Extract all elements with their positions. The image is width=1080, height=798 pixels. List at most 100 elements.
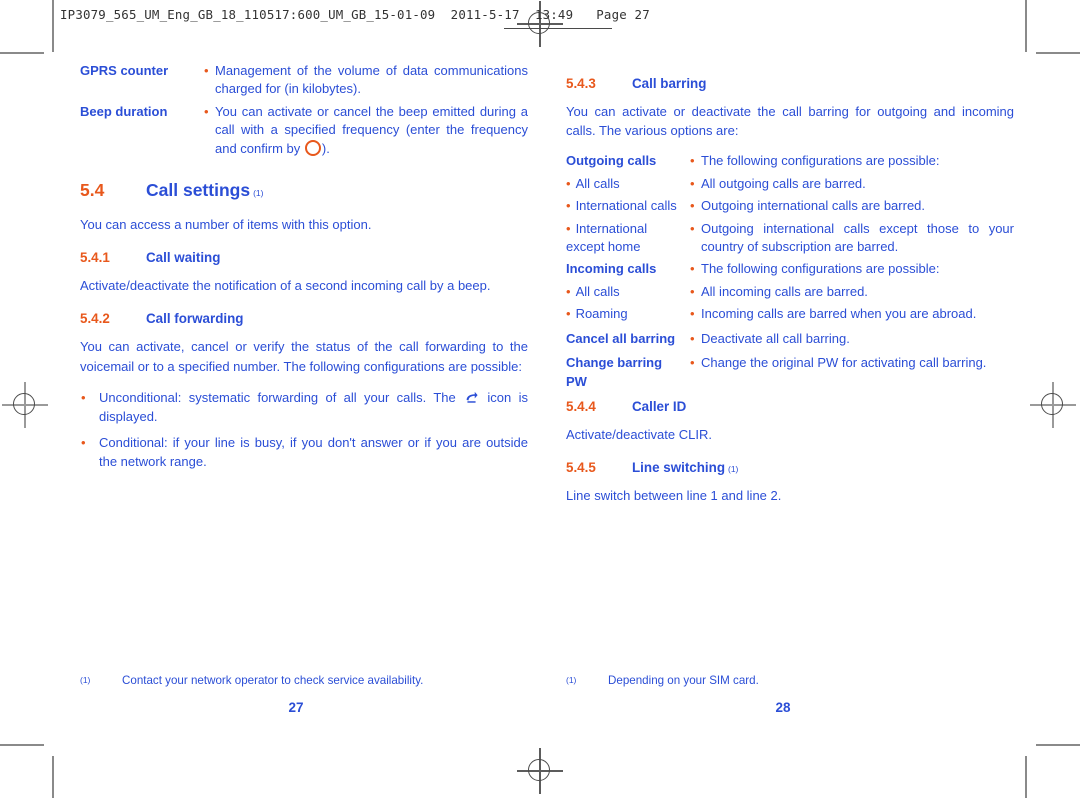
bullet-glyph: • xyxy=(690,261,695,277)
beep-text-before: You can activate or cancel the beep emit… xyxy=(215,103,528,156)
list-item-text: Conditional: if your line is busy, if yo… xyxy=(99,434,528,470)
print-header-text: IP3079_565_UM_Eng_GB_18_110517:600_UM_GB… xyxy=(60,7,650,22)
subsection-number: 5.4.3 xyxy=(566,76,596,91)
footnote-marker: (1) xyxy=(728,464,739,475)
subsection-body-call-barring: You can activate or deactivate the call … xyxy=(566,104,1014,139)
bullet-glyph: • xyxy=(81,434,86,450)
table-row: • All calls • All outgoing calls are barre… xyxy=(566,175,1014,193)
row-label-text: International calls xyxy=(575,198,677,214)
page-left: GPRS counter • Management of the volume … xyxy=(80,62,528,478)
bullet-glyph: • xyxy=(566,283,571,299)
footnote-text: Depending on your SIM card. xyxy=(608,674,759,687)
bullet-glyph: • xyxy=(690,153,695,169)
subsection-number: 5.4.2 xyxy=(80,311,110,327)
row-label: Cancel all barring xyxy=(566,330,676,346)
section-title: Call settings xyxy=(146,180,251,201)
footnote-marker: (1) xyxy=(566,675,577,685)
row-label: Outgoing calls xyxy=(566,153,657,169)
table-row: • International except home • Outgoing int… xyxy=(566,220,1014,257)
header-underline xyxy=(504,28,612,29)
subsection-number: 5.4.5 xyxy=(566,460,596,476)
table-row: • Roaming • Incoming calls are barred when… xyxy=(566,305,1014,323)
header-time: 13:49 xyxy=(534,7,574,22)
def-text-gprs-counter: Management of the volume of data communi… xyxy=(215,63,528,97)
beep-text-after: ). xyxy=(321,140,330,156)
bullet-glyph: • xyxy=(690,330,695,346)
row-label: • International except home xyxy=(566,220,690,257)
bullet-glyph: • xyxy=(204,63,209,78)
bullet-glyph: • xyxy=(81,389,86,405)
def-row-gprs-counter: GPRS counter • Management of the volume … xyxy=(80,62,528,99)
subsection-title: Call forwarding xyxy=(146,311,244,327)
subsection-number: 5.4.4 xyxy=(566,399,596,415)
subsection-heading-line-switching: 5.4.5 Line switching (1) xyxy=(566,460,1014,475)
bullet-glyph: • xyxy=(566,198,571,214)
table-row: Change barring PW • Change the original P… xyxy=(566,354,1014,391)
subsection-title: Caller ID xyxy=(632,399,687,415)
row-label-text: All calls xyxy=(575,175,620,191)
subsection-heading-call-waiting: 5.4.1 Call waiting xyxy=(80,250,528,265)
crop-mark-bottom-right-vertical xyxy=(1025,756,1027,798)
bullet-glyph: • xyxy=(690,220,695,236)
bullet-glyph: • xyxy=(566,220,571,236)
subsection-title: Call barring xyxy=(632,76,707,91)
row-label: • International calls xyxy=(566,197,690,215)
ok-key-circle-icon xyxy=(304,139,321,156)
row-text: All outgoing calls are barred. xyxy=(701,175,866,191)
def-text-beep-duration: You can activate or cancel the beep emit… xyxy=(215,103,528,158)
def-label-gprs-counter: GPRS counter xyxy=(80,63,169,78)
crop-mark-top-right-horizontal xyxy=(1036,52,1080,54)
row-text: Outgoing international calls are barred. xyxy=(701,198,926,214)
table-row: • All calls • All incoming calls are barre… xyxy=(566,283,1014,301)
row-text: The following configurations are possibl… xyxy=(701,153,940,169)
bullet-glyph: • xyxy=(690,198,695,214)
registration-mark-bottom-center xyxy=(517,748,563,794)
page-number-left: 27 xyxy=(288,700,304,715)
call-forwarding-icon xyxy=(466,391,478,403)
table-row: Outgoing calls • The following configurat… xyxy=(566,152,1014,170)
row-label-text: International except home xyxy=(566,220,648,255)
registration-mark-left xyxy=(2,382,48,428)
header-filename: IP3079_565_UM_Eng_GB_18_110517:600_UM_GB… xyxy=(60,7,436,22)
crop-mark-bottom-right-horizontal xyxy=(1036,744,1080,746)
footnote-marker: (1) xyxy=(253,188,264,199)
subsection-body-line-switching: Line switch between line 1 and line 2. xyxy=(566,488,782,504)
subsection-title: Line switching xyxy=(632,460,725,476)
subsection-title: Call waiting xyxy=(146,250,221,266)
list-item-text: Unconditional: systematic forwarding of … xyxy=(99,388,528,426)
table-row: • International calls • Outgoing internati… xyxy=(566,197,1014,215)
row-text: Change the original PW for activating ca… xyxy=(701,355,987,371)
uncond-text-before: Unconditional: systematic forwarding of … xyxy=(99,389,464,405)
subsection-body-caller-id: Activate/deactivate CLIR. xyxy=(566,427,712,443)
footnote-left: (1) Contact your network operator to che… xyxy=(80,674,520,687)
subsection-number: 5.4.1 xyxy=(80,250,110,266)
subsection-body-call-waiting: Activate/deactivate the notification of … xyxy=(80,278,491,294)
row-text: Deactivate all call barring. xyxy=(701,330,850,346)
row-text: Incoming calls are barred when you are a… xyxy=(701,306,977,322)
footnote-marker: (1) xyxy=(80,675,91,685)
subsection-body-call-forwarding: You can activate, cancel or verify the s… xyxy=(80,339,528,374)
section-intro-text: You can access a number of items with th… xyxy=(80,217,372,233)
bullet-glyph: • xyxy=(204,103,209,119)
bullet-glyph: • xyxy=(566,175,571,191)
crop-mark-bottom-left-vertical xyxy=(52,756,54,798)
row-text: Outgoing international calls except thos… xyxy=(701,220,1014,255)
footnote-right: (1) Depending on your SIM card. xyxy=(566,674,1006,687)
crop-mark-bottom-left-horizontal xyxy=(0,744,44,746)
row-label: • All calls xyxy=(566,283,690,301)
bullet-glyph: • xyxy=(690,355,695,371)
page-number-right: 28 xyxy=(775,700,791,715)
row-label: • Roaming xyxy=(566,305,690,323)
row-label: • All calls xyxy=(566,175,690,193)
subsection-heading-caller-id: 5.4.4 Caller ID xyxy=(566,399,1014,414)
section-number: 5.4 xyxy=(80,180,105,201)
print-header-strip: IP3079_565_UM_Eng_GB_18_110517:600_UM_GB… xyxy=(52,2,1016,32)
list-item: • Conditional: if your line is busy, if … xyxy=(80,433,528,471)
registration-mark-right xyxy=(1030,382,1076,428)
subsection-heading-call-barring: 5.4.3 Call barring xyxy=(566,76,1014,91)
page-right: 5.4.3 Call barring You can activate or d… xyxy=(566,76,1014,517)
crop-mark-top-right-vertical xyxy=(1025,0,1027,52)
header-date: 2011-5-17 xyxy=(450,7,520,22)
list-item: • Unconditional: systematic forwarding o… xyxy=(80,388,528,426)
row-label: Incoming calls xyxy=(566,261,657,277)
